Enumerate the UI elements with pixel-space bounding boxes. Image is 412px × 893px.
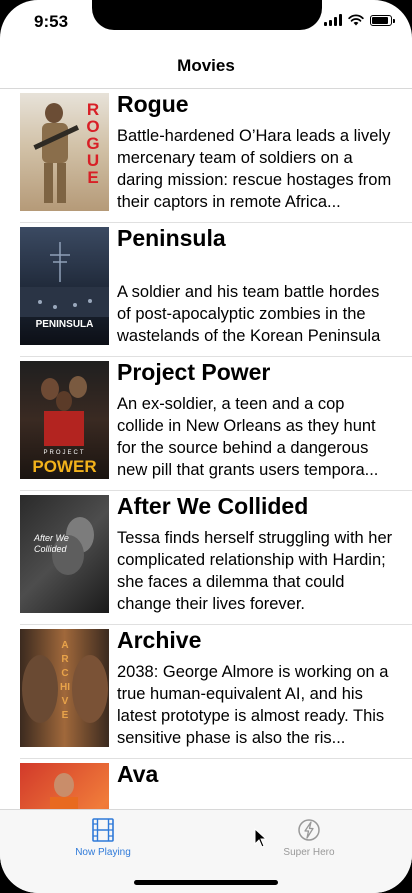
phone-screen: 9:53 Movies ROGUE Rogue Battle-hardened … [0,0,412,893]
home-indicator [134,880,278,885]
mouse-cursor-icon [254,828,268,848]
battery-icon [370,14,395,26]
movie-title: After We Collided [117,493,309,519]
movie-title: Rogue [117,91,189,117]
tab-label: Super Hero [283,847,335,858]
movie-overview: A soldier and his team battle hordes of … [117,283,381,345]
status-time: 9:53 [34,12,69,31]
movie-row[interactable]: PENINSULA Peninsula A soldier and his te… [0,223,412,357]
tab-super-hero[interactable]: Super Hero [206,810,412,865]
movie-poster: PENINSULA [20,227,109,345]
movie-row[interactable]: ROGUE Rogue Battle-hardened O’Hara leads… [0,89,412,223]
movie-overview: Tessa finds herself struggling with her … [117,529,393,613]
tab-now-playing[interactable]: Now Playing [0,810,206,865]
movie-title: Ava [117,761,159,787]
movie-poster: ROGUE [20,93,109,211]
movie-poster: PROJECT POWER [20,361,109,479]
movie-overview: Battle-hardened O’Hara leads a lively me… [117,127,392,211]
movie-poster: After We Collided [20,495,109,613]
movie-list[interactable]: ROGUE Rogue Battle-hardened O’Hara leads… [0,89,412,809]
film-strip-icon [92,818,114,842]
poster-title: PENINSULA [35,319,94,330]
flash-icon [298,819,320,841]
poster-title: ROGUE [86,100,100,187]
wifi-icon [348,14,364,26]
movie-poster [20,763,109,809]
tab-label: Now Playing [75,847,131,858]
movie-title: Archive [117,627,202,653]
movie-poster: ARCHIVE [20,629,109,747]
movie-row[interactable]: After We Collided After We Collided Tess… [0,491,412,625]
movie-row[interactable]: Ava [0,759,412,809]
movie-overview: 2038: George Almore is working on a true… [117,663,389,747]
status-icons [324,14,395,26]
movie-row[interactable]: PROJECT POWER Project Power An ex-soldie… [0,357,412,491]
poster-subtitle: PROJECT [43,450,86,456]
movie-title: Peninsula [117,225,226,251]
movie-row[interactable]: ARCHIVE Archive 2038: George Almore is w… [0,625,412,759]
notch [92,0,322,30]
poster-title: POWER [32,457,97,476]
movie-overview: An ex-soldier, a teen and a cop collide … [117,395,379,479]
cellular-signal-icon [324,14,342,26]
poster-art [50,773,78,809]
movie-title: Project Power [117,359,271,385]
poster-title: After We Collided [34,533,69,554]
page-title: Movies [177,56,235,75]
navigation-bar: Movies [0,44,412,89]
poster-title: ARCHIVE [60,640,70,721]
